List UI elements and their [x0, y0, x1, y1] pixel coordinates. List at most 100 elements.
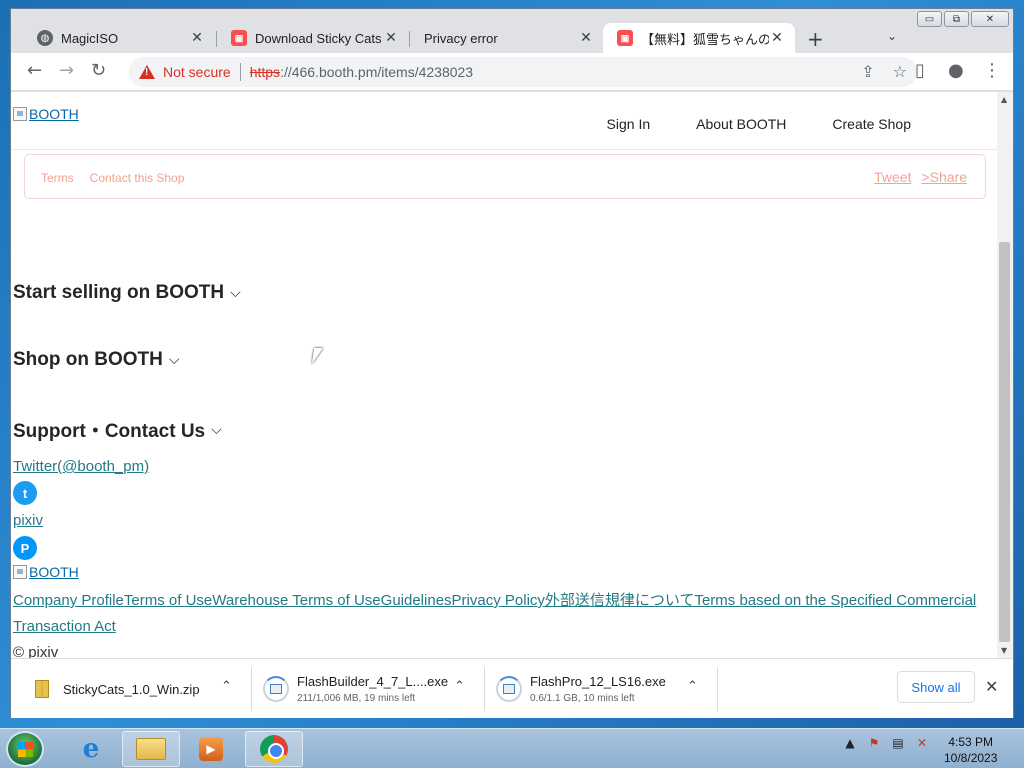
footer-links: Company ProfileTerms of UseWarehouse Ter… [13, 588, 988, 640]
pixiv-link[interactable]: pixiv [13, 512, 43, 529]
taskbar-explorer[interactable] [122, 731, 180, 767]
copyright-text: © pixiv [13, 644, 59, 658]
terms-of-use-link[interactable]: Terms of Use [124, 592, 212, 609]
download-status: 211/1,006 MB, 19 mins left [297, 693, 416, 704]
page-viewport: BOOTH Sign In About BOOTH Create Shop Te… [11, 92, 997, 658]
tab-title: Download Sticky Cats by [255, 30, 383, 46]
volume-muted-icon[interactable]: ✕ [914, 735, 930, 751]
external-transmission-link[interactable]: 外部送信規律について [545, 592, 695, 609]
media-player-icon: ▶ [199, 737, 223, 761]
security-status[interactable]: Not secure [163, 64, 231, 80]
tab-privacy-error[interactable]: Privacy error ✕ [410, 23, 604, 53]
profile-avatar-icon[interactable]: ● [948, 61, 964, 81]
chevron-up-icon[interactable]: ⌃ [454, 679, 465, 694]
broken-image-icon [13, 565, 27, 579]
chevron-up-icon[interactable]: ⌃ [687, 679, 698, 694]
tab-title: MagicISO [61, 30, 119, 46]
globe-icon: ◍ [37, 30, 53, 46]
taskbar-clock[interactable]: 4:53 PM 10/8/2023 [944, 734, 997, 766]
action-center-flag-icon[interactable]: ⚑ [866, 735, 882, 751]
bookmark-star-icon[interactable]: ☆ [893, 62, 907, 81]
tab-close-icon[interactable]: ✕ [383, 30, 399, 46]
broken-image-icon [13, 107, 27, 121]
taskbar-internet-explorer[interactable]: e [62, 731, 120, 767]
tab-magiciso[interactable]: ◍ MagicISO ✕ [23, 23, 215, 53]
chevron-up-icon[interactable]: ⌃ [221, 679, 232, 694]
reload-icon[interactable]: ↻ [91, 61, 106, 81]
download-item-stickycats[interactable]: StickyCats_1.0_Win.zip [35, 659, 200, 719]
shop-links: Terms Contact this Shop [41, 171, 184, 185]
url-scheme: https [249, 64, 281, 80]
twitter-bird-icon[interactable]: t [13, 481, 37, 505]
back-arrow-icon[interactable]: ← [27, 61, 42, 81]
tab-close-icon[interactable]: ✕ [578, 30, 594, 46]
close-icon[interactable]: ✕ [985, 677, 998, 696]
tab-close-icon[interactable]: ✕ [189, 30, 205, 46]
footer-section-start-selling[interactable]: Start selling on BOOTH ⌵ [13, 282, 241, 304]
chevron-down-icon: ⌵ [211, 421, 222, 438]
window-controls: ▭ ⧉ ✕ [917, 11, 1009, 27]
create-shop-link[interactable]: Create Shop [832, 116, 911, 132]
tab-search-icon[interactable]: ⌄ [887, 29, 897, 43]
page-scrollbar[interactable]: ▲ ▼ [997, 92, 1013, 658]
omnibox-divider [239, 63, 241, 81]
download-status: 0.6/1.1 GB, 10 mins left [530, 693, 635, 704]
share-link[interactable]: >Share [921, 169, 967, 185]
tweet-link[interactable]: Tweet [874, 169, 911, 185]
minimize-button[interactable]: ▭ [917, 11, 942, 27]
window-close-button[interactable]: ✕ [971, 11, 1009, 27]
chrome-icon [260, 735, 288, 763]
scroll-up-icon[interactable]: ▲ [1001, 95, 1007, 104]
booth-logo-link[interactable]: BOOTH [13, 106, 79, 122]
tab-booth-active[interactable]: ▣ 【無料】狐雪ちゃんの動くマ ✕ [603, 23, 795, 53]
warning-icon[interactable]: ! [139, 65, 155, 79]
twitter-link[interactable]: Twitter(@booth_pm) [13, 458, 149, 475]
shop-share-bar: Terms Contact this Shop Tweet >Share [24, 154, 986, 199]
privacy-policy-link[interactable]: Privacy Policy [452, 592, 545, 609]
tab-sticky-cats[interactable]: ▣ Download Sticky Cats by ✕ [217, 23, 409, 53]
menu-kebab-icon[interactable]: ⋮ [983, 61, 1001, 81]
new-tab-button[interactable]: + [807, 27, 824, 51]
windows-logo-icon [18, 742, 33, 757]
downloads-shelf: StickyCats_1.0_Win.zip ⌃ FlashBuilder_4_… [11, 658, 1013, 718]
address-bar[interactable]: ! Not secure https ://466.booth.pm/items… [129, 57, 917, 87]
footer-booth-logo-link[interactable]: BOOTH [13, 564, 79, 580]
section-title: Support・Contact Us [13, 421, 206, 442]
windows-taskbar: e ▶ ▲ ⚑ ▤ ✕ 4:53 PM 10/8/2023 [0, 728, 1024, 768]
show-all-button[interactable]: Show all [897, 671, 975, 703]
download-filename: FlashBuilder_4_7_L....exe [297, 674, 449, 689]
terms-link[interactable]: Terms [41, 171, 74, 185]
taskbar-chrome[interactable] [245, 731, 303, 767]
tray-expand-icon[interactable]: ▲ [842, 735, 858, 751]
scrollbar-thumb[interactable] [999, 242, 1010, 642]
guidelines-link[interactable]: Guidelines [381, 592, 452, 609]
forward-arrow-icon[interactable]: → [59, 61, 74, 81]
pixiv-icon[interactable]: P [13, 536, 37, 560]
contact-shop-link[interactable]: Contact this Shop [90, 171, 185, 185]
sign-in-link[interactable]: Sign In [607, 116, 651, 132]
download-divider [251, 667, 252, 711]
download-item-flashpro[interactable]: FlashPro_12_LS16.exe 0.6/1.1 GB, 10 mins… [496, 659, 666, 719]
restore-button[interactable]: ⧉ [944, 11, 969, 27]
chevron-down-icon: ⌵ [230, 285, 241, 301]
start-button[interactable] [6, 731, 44, 767]
header-nav: Sign In About BOOTH Create Shop [607, 116, 911, 132]
section-title: Shop on BOOTH [13, 349, 163, 370]
warehouse-terms-link[interactable]: Warehouse Terms of Use [212, 592, 380, 609]
about-booth-link[interactable]: About BOOTH [696, 116, 786, 132]
logo-alt-text: BOOTH [29, 106, 79, 122]
download-item-flashbuilder[interactable]: FlashBuilder_4_7_L....exe 211/1,006 MB, … [263, 659, 448, 719]
system-tray: ▲ ⚑ ▤ ✕ [842, 735, 930, 751]
company-profile-link[interactable]: Company Profile [13, 592, 124, 609]
footer-section-shop[interactable]: Shop on BOOTH ⌵ [13, 349, 180, 371]
side-panel-icon[interactable]: ▯ [915, 61, 925, 81]
tab-close-icon[interactable]: ✕ [769, 30, 785, 46]
network-icon[interactable]: ▤ [890, 735, 906, 751]
footer-section-support[interactable]: Support・Contact Us ⌵ [13, 416, 222, 443]
scroll-down-icon[interactable]: ▼ [1001, 646, 1007, 655]
clock-time: 4:53 PM [948, 735, 994, 749]
share-icon[interactable]: ⇪ [861, 62, 874, 81]
zip-file-icon [35, 680, 49, 698]
taskbar-media-player[interactable]: ▶ [182, 731, 240, 767]
tab-title: Privacy error [424, 30, 498, 46]
